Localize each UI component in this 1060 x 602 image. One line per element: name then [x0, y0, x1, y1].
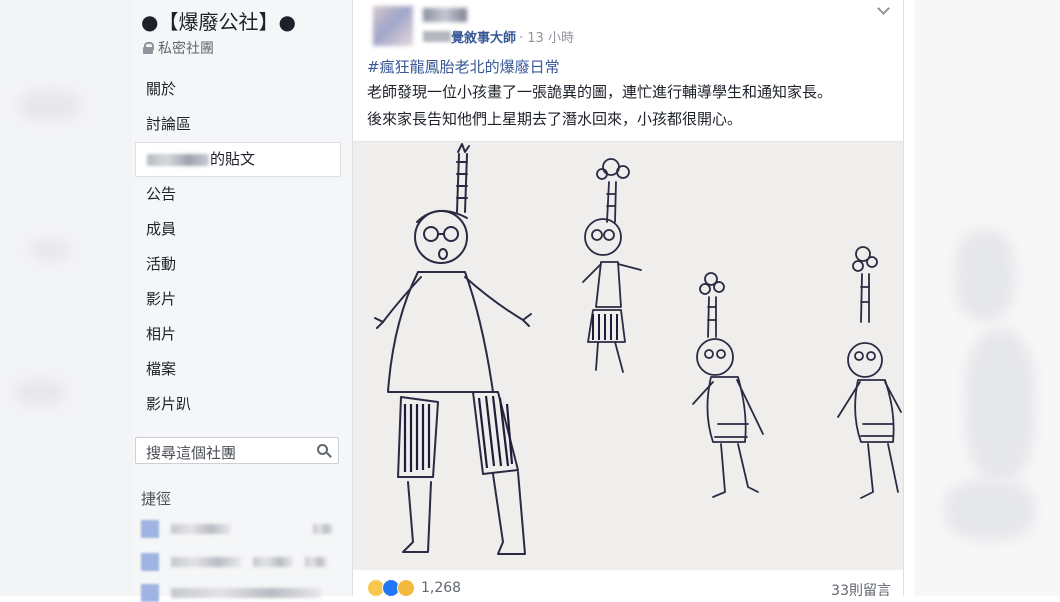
blurred-author-name[interactable]	[423, 8, 467, 22]
group-privacy: 私密社團	[143, 38, 214, 58]
blurred-shortcut-label	[171, 524, 231, 534]
blurred-username	[147, 153, 209, 166]
post-meta: 覺敘事大師 · 13 小時	[423, 27, 574, 46]
sidebar-item-member-posts[interactable]: 的貼文	[135, 142, 341, 177]
search-placeholder: 搜尋這個社團	[146, 444, 237, 462]
shortcut-thumbnail	[141, 553, 159, 571]
shortcuts-title: 捷徑	[141, 490, 172, 508]
post-photo[interactable]	[353, 141, 903, 570]
shortcut-thumbnail	[141, 584, 159, 602]
blurred-shortcut-extra	[305, 557, 327, 567]
child-drawing	[374, 143, 902, 555]
group-title[interactable]: ●【爆廢公社】●	[141, 6, 296, 35]
blurred-shortcut-extra	[313, 524, 333, 534]
shortcut-item[interactable]	[141, 553, 339, 571]
feed-post: 覺敘事大師 · 13 小時 #瘋狂龍鳳胎老北的爆廢日常 老師發現一位小孩畫了一張…	[352, 0, 904, 599]
sidebar-item-label: 討論區	[146, 115, 192, 133]
post-hashtag[interactable]: #瘋狂龍鳳胎老北的爆廢日常	[367, 56, 560, 77]
sidebar-item-label: 相片	[146, 325, 177, 343]
avatar[interactable]	[373, 6, 413, 46]
blurred-shortcut-extra	[253, 557, 293, 567]
sidebar-item-photos[interactable]: 相片	[135, 317, 341, 352]
search-icon[interactable]	[317, 444, 328, 455]
shortcut-item[interactable]	[141, 584, 339, 602]
shortcut-thumbnail	[141, 520, 159, 538]
blurred-right-margin	[915, 0, 1060, 596]
sidebar-item-members[interactable]: 成員	[135, 212, 341, 247]
group-sidebar: ●【爆廢公社】● 私密社團 關於 討論區 的貼文 公告 成員 活動 影片 相片 …	[133, 0, 352, 602]
post-text-line: 老師發現一位小孩畫了一張詭異的圖，連忙進行輔導學生和通知家長。	[367, 83, 833, 101]
blurred-left-margin	[0, 0, 133, 596]
post-time[interactable]: · 13 小時	[519, 27, 574, 46]
reaction-count[interactable]: 1,268	[421, 580, 461, 596]
wow-icon	[397, 579, 415, 597]
comment-count[interactable]: 33則留言	[831, 580, 891, 600]
blurred-source-prefix	[423, 31, 451, 42]
privacy-label: 私密社團	[158, 41, 214, 57]
post-text-line: 後來家長告知他們上星期去了潛水回來，小孩都很開心。	[367, 110, 743, 128]
post-source[interactable]: 覺敘事大師	[451, 27, 516, 46]
sidebar-item-discussion[interactable]: 討論區	[135, 107, 341, 142]
sidebar-item-announcements[interactable]: 公告	[135, 177, 341, 212]
sidebar-item-videos[interactable]: 影片	[135, 282, 341, 317]
group-search-input[interactable]: 搜尋這個社團	[135, 437, 339, 464]
sidebar-item-label: 活動	[146, 255, 177, 273]
sidebar-item-label: 成員	[146, 220, 177, 238]
sidebar-item-events[interactable]: 活動	[135, 247, 341, 282]
blurred-shortcut-label	[171, 588, 321, 598]
sidebar-item-about[interactable]: 關於	[135, 72, 341, 107]
sidebar-item-files[interactable]: 檔案	[135, 352, 341, 387]
sidebar-item-label: 影片趴	[146, 395, 192, 413]
reactions-bar[interactable]: 1,268	[367, 579, 461, 597]
group-nav: 關於 討論區 的貼文 公告 成員 活動 影片 相片 檔案 影片趴	[135, 72, 341, 422]
sidebar-item-label: 關於	[146, 80, 177, 98]
sidebar-item-label: 影片	[146, 290, 177, 308]
shortcut-item[interactable]	[141, 520, 339, 538]
sidebar-item-watch-party[interactable]: 影片趴	[135, 387, 341, 422]
lock-icon	[143, 42, 154, 54]
chevron-down-icon[interactable]	[877, 2, 890, 15]
sidebar-item-label: 公告	[146, 185, 177, 203]
blurred-shortcut-label	[171, 557, 241, 567]
sidebar-item-label: 的貼文	[210, 150, 256, 168]
sidebar-item-label: 檔案	[146, 360, 177, 378]
